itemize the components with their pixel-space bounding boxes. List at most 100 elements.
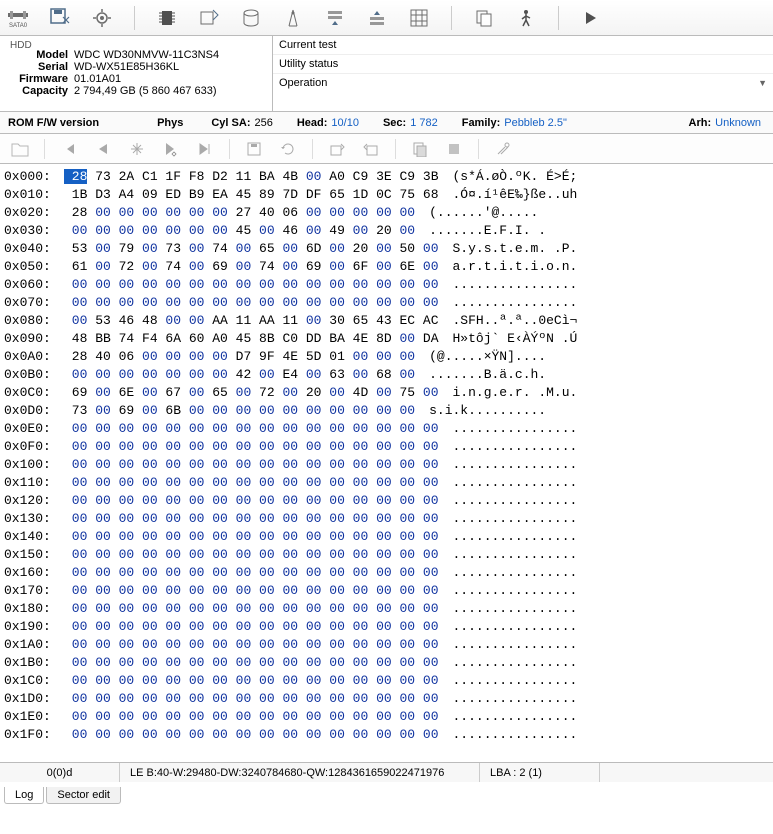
hex-ascii[interactable]: ................ bbox=[439, 618, 578, 636]
hex-bytes[interactable]: 00 53 46 48 00 00 AA 11 AA 11 00 30 65 4… bbox=[64, 312, 439, 330]
cylinder-db-icon[interactable] bbox=[239, 6, 263, 30]
hex-row[interactable]: 0x120: 00 00 00 00 00 00 00 00 00 00 00 … bbox=[4, 492, 769, 510]
hex-ascii[interactable]: i.n.g.e.r. .M.u. bbox=[439, 384, 578, 402]
hex-bytes[interactable]: 00 00 00 00 00 00 00 00 00 00 00 00 00 0… bbox=[64, 438, 439, 456]
hex-bytes[interactable]: 00 00 00 00 00 00 00 00 00 00 00 00 00 0… bbox=[64, 690, 439, 708]
hex-ascii[interactable]: ................ bbox=[439, 708, 578, 726]
hex-ascii[interactable]: .......B.ä.c.h. bbox=[415, 366, 546, 384]
play-icon[interactable] bbox=[579, 6, 603, 30]
hex-bytes[interactable]: 00 00 00 00 00 00 00 00 00 00 00 00 00 0… bbox=[64, 456, 439, 474]
hex-row[interactable]: 0x0E0: 00 00 00 00 00 00 00 00 00 00 00 … bbox=[4, 420, 769, 438]
hex-ascii[interactable]: ................ bbox=[439, 564, 578, 582]
hex-ascii[interactable]: ................ bbox=[439, 492, 578, 510]
disk-write-icon[interactable] bbox=[197, 6, 221, 30]
hex-ascii[interactable]: H»tôj` E‹ÀÝºN .Ú bbox=[439, 330, 578, 348]
hex-row[interactable]: 0x090: 48 BB 74 F4 6A 60 A0 45 8B C0 DD … bbox=[4, 330, 769, 348]
hex-row[interactable]: 0x110: 00 00 00 00 00 00 00 00 00 00 00 … bbox=[4, 474, 769, 492]
hex-bytes[interactable]: 00 00 00 00 00 00 00 00 00 00 00 00 00 0… bbox=[64, 492, 439, 510]
save-icon[interactable] bbox=[244, 139, 264, 159]
hex-ascii[interactable]: S.y.s.t.e.m. .P. bbox=[439, 240, 578, 258]
hex-row[interactable]: 0x020: 28 00 00 00 00 00 00 27 40 06 00 … bbox=[4, 204, 769, 222]
hex-editor[interactable]: 0x000: 28 73 2A C1 1F F8 D2 11 BA 4B 00 … bbox=[0, 164, 773, 762]
hex-ascii[interactable]: .SFH..ª.ª..0eCì¬ bbox=[439, 312, 578, 330]
hex-bytes[interactable]: 00 00 00 00 00 00 00 00 00 00 00 00 00 0… bbox=[64, 564, 439, 582]
hex-ascii[interactable]: (......'@..... bbox=[415, 204, 538, 222]
hex-row[interactable]: 0x100: 00 00 00 00 00 00 00 00 00 00 00 … bbox=[4, 456, 769, 474]
hex-ascii[interactable]: .Ó¤.í¹êE‰}ße..uh bbox=[439, 186, 578, 204]
block-icon[interactable] bbox=[444, 139, 464, 159]
grid-icon[interactable] bbox=[407, 6, 431, 30]
folder-open-icon[interactable] bbox=[10, 139, 30, 159]
hex-bytes[interactable]: 00 00 00 00 00 00 00 00 00 00 00 00 00 0… bbox=[64, 654, 439, 672]
last-icon[interactable] bbox=[195, 139, 215, 159]
hex-ascii[interactable]: ................ bbox=[439, 654, 578, 672]
hex-row[interactable]: 0x140: 00 00 00 00 00 00 00 00 00 00 00 … bbox=[4, 528, 769, 546]
hex-row[interactable]: 0x0A0: 28 40 06 00 00 00 00 D7 9F 4E 5D … bbox=[4, 348, 769, 366]
stack-down-icon[interactable] bbox=[323, 6, 347, 30]
hex-row[interactable]: 0x010: 1B D3 A4 09 ED B9 EA 45 89 7D DF … bbox=[4, 186, 769, 204]
hex-row[interactable]: 0x0F0: 00 00 00 00 00 00 00 00 00 00 00 … bbox=[4, 438, 769, 456]
import-icon[interactable] bbox=[327, 139, 347, 159]
hex-row[interactable]: 0x1D0: 00 00 00 00 00 00 00 00 00 00 00 … bbox=[4, 690, 769, 708]
hex-bytes[interactable]: 00 00 00 00 00 00 00 00 00 00 00 00 00 0… bbox=[64, 636, 439, 654]
hex-ascii[interactable]: a.r.t.i.t.i.o.n. bbox=[439, 258, 578, 276]
hex-ascii[interactable]: (s*Á.øÒ.ºK. É>É; bbox=[439, 168, 578, 186]
hex-bytes[interactable]: 00 00 00 00 00 00 00 00 00 00 00 00 00 0… bbox=[64, 474, 439, 492]
hex-bytes[interactable]: 28 40 06 00 00 00 00 D7 9F 4E 5D 01 00 0… bbox=[64, 348, 415, 366]
hex-row[interactable]: 0x150: 00 00 00 00 00 00 00 00 00 00 00 … bbox=[4, 546, 769, 564]
hex-bytes[interactable]: 61 00 72 00 74 00 69 00 74 00 69 00 6F 0… bbox=[64, 258, 439, 276]
hex-row[interactable]: 0x1C0: 00 00 00 00 00 00 00 00 00 00 00 … bbox=[4, 672, 769, 690]
hex-ascii[interactable]: ................ bbox=[439, 726, 578, 744]
next-icon[interactable] bbox=[161, 139, 181, 159]
hex-bytes[interactable]: 00 00 00 00 00 00 00 00 00 00 00 00 00 0… bbox=[64, 276, 439, 294]
hex-ascii[interactable]: ................ bbox=[439, 420, 578, 438]
hex-bytes[interactable]: 00 00 00 00 00 00 00 00 00 00 00 00 00 0… bbox=[64, 582, 439, 600]
hex-ascii[interactable]: ................ bbox=[439, 582, 578, 600]
hex-ascii[interactable]: ................ bbox=[439, 600, 578, 618]
tab-sector-edit[interactable]: Sector edit bbox=[46, 787, 121, 804]
hex-row[interactable]: 0x1F0: 00 00 00 00 00 00 00 00 00 00 00 … bbox=[4, 726, 769, 744]
hex-bytes[interactable]: 53 00 79 00 73 00 74 00 65 00 6D 00 20 0… bbox=[64, 240, 439, 258]
hex-bytes[interactable]: 00 00 00 00 00 00 00 00 00 00 00 00 00 0… bbox=[64, 420, 439, 438]
hex-row[interactable]: 0x170: 00 00 00 00 00 00 00 00 00 00 00 … bbox=[4, 582, 769, 600]
hex-bytes[interactable]: 00 00 00 00 00 00 00 00 00 00 00 00 00 0… bbox=[64, 528, 439, 546]
copy-icon[interactable] bbox=[472, 6, 496, 30]
compass-icon[interactable] bbox=[281, 6, 305, 30]
hex-bytes[interactable]: 00 00 00 00 00 00 00 45 00 46 00 49 00 2… bbox=[64, 222, 415, 240]
hex-bytes[interactable]: 00 00 00 00 00 00 00 00 00 00 00 00 00 0… bbox=[64, 546, 439, 564]
hex-bytes[interactable]: 00 00 00 00 00 00 00 00 00 00 00 00 00 0… bbox=[64, 708, 439, 726]
tab-log[interactable]: Log bbox=[4, 787, 44, 804]
hex-ascii[interactable]: ................ bbox=[439, 672, 578, 690]
chevron-down-icon[interactable]: ▼ bbox=[758, 78, 767, 88]
hex-row[interactable]: 0x0D0: 73 00 69 00 6B 00 00 00 00 00 00 … bbox=[4, 402, 769, 420]
prev-icon[interactable] bbox=[93, 139, 113, 159]
hex-bytes[interactable]: 00 00 00 00 00 00 00 00 00 00 00 00 00 0… bbox=[64, 672, 439, 690]
hex-bytes[interactable]: 00 00 00 00 00 00 00 00 00 00 00 00 00 0… bbox=[64, 726, 439, 744]
hex-row[interactable]: 0x080: 00 53 46 48 00 00 AA 11 AA 11 00 … bbox=[4, 312, 769, 330]
hex-row[interactable]: 0x060: 00 00 00 00 00 00 00 00 00 00 00 … bbox=[4, 276, 769, 294]
hex-bytes[interactable]: 48 BB 74 F4 6A 60 A0 45 8B C0 DD BA 4E 8… bbox=[64, 330, 439, 348]
hex-row[interactable]: 0x1B0: 00 00 00 00 00 00 00 00 00 00 00 … bbox=[4, 654, 769, 672]
save-record-icon[interactable] bbox=[48, 6, 72, 30]
tools-icon[interactable] bbox=[493, 139, 513, 159]
exit-walk-icon[interactable] bbox=[514, 6, 538, 30]
hex-row[interactable]: 0x000: 28 73 2A C1 1F F8 D2 11 BA 4B 00 … bbox=[4, 168, 769, 186]
hex-bytes[interactable]: 69 00 6E 00 67 00 65 00 72 00 20 00 4D 0… bbox=[64, 384, 439, 402]
hex-row[interactable]: 0x070: 00 00 00 00 00 00 00 00 00 00 00 … bbox=[4, 294, 769, 312]
hex-bytes[interactable]: 00 00 00 00 00 00 00 00 00 00 00 00 00 0… bbox=[64, 294, 439, 312]
hex-row[interactable]: 0x030: 00 00 00 00 00 00 00 45 00 46 00 … bbox=[4, 222, 769, 240]
hex-ascii[interactable]: (@.....×ŸN].... bbox=[415, 348, 546, 366]
settings-gear-icon[interactable] bbox=[90, 6, 114, 30]
first-icon[interactable] bbox=[59, 139, 79, 159]
refresh-icon[interactable] bbox=[278, 139, 298, 159]
hex-ascii[interactable]: ................ bbox=[439, 456, 578, 474]
hex-bytes[interactable]: 00 00 00 00 00 00 00 00 00 00 00 00 00 0… bbox=[64, 510, 439, 528]
hex-bytes[interactable]: 28 73 2A C1 1F F8 D2 11 BA 4B 00 A0 C9 3… bbox=[64, 168, 439, 186]
hex-ascii[interactable]: ................ bbox=[439, 690, 578, 708]
hex-bytes[interactable]: 73 00 69 00 6B 00 00 00 00 00 00 00 00 0… bbox=[64, 402, 415, 420]
hex-row[interactable]: 0x1E0: 00 00 00 00 00 00 00 00 00 00 00 … bbox=[4, 708, 769, 726]
hex-ascii[interactable]: ................ bbox=[439, 294, 578, 312]
hex-row[interactable]: 0x160: 00 00 00 00 00 00 00 00 00 00 00 … bbox=[4, 564, 769, 582]
hex-bytes[interactable]: 1B D3 A4 09 ED B9 EA 45 89 7D DF 65 1D 0… bbox=[64, 186, 439, 204]
hex-ascii[interactable]: ................ bbox=[439, 474, 578, 492]
